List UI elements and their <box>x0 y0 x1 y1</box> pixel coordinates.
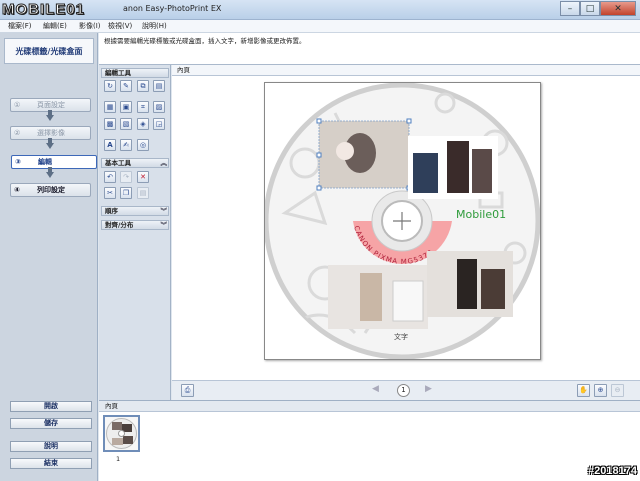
zoom-out-icon: ⊖ <box>611 384 624 397</box>
menu-bar: 檔案(F) 編輯(E) 影像(I) 檢視(V) 說明(H) <box>0 20 640 33</box>
thumbnail-area <box>99 412 640 481</box>
menu-edit[interactable]: 編輯(E) <box>40 20 70 32</box>
watermark: #2018174 <box>588 465 637 477</box>
logo-text: MOBILE01 <box>1 1 86 19</box>
page-thumbnail[interactable] <box>103 415 140 452</box>
draw-icon[interactable]: ✎ <box>120 80 132 92</box>
menu-help[interactable]: 說明(H) <box>139 20 170 32</box>
title-bar: MOBILE01 anon Easy-PhotoPrint EX – □ ✕ <box>0 0 640 20</box>
image-icon[interactable]: ▨ <box>153 101 165 113</box>
step-number: ③ <box>15 158 21 166</box>
page-number[interactable]: 1 <box>397 384 410 397</box>
edit-tools-label: 編輯工具 <box>105 69 131 77</box>
chevron-up-icon: ︽ <box>160 159 168 167</box>
arrange-icon[interactable]: ◈ <box>137 118 149 130</box>
menu-image[interactable]: 影像(I) <box>76 20 104 32</box>
basic-tools-label: 基本工具 <box>105 159 131 167</box>
copy-layer-icon[interactable]: ⧉ <box>137 80 149 92</box>
down-arrow-icon <box>46 167 54 178</box>
window-title: anon Easy-PhotoPrint EX <box>123 4 222 13</box>
step-number: ④ <box>14 186 20 194</box>
step-label: 列印設定 <box>37 186 65 194</box>
open-button[interactable]: 開啟 <box>10 401 92 412</box>
label-page[interactable]: CANON PIXMA MG5370 Mobile01 文字 <box>263 82 541 360</box>
rotate-icon[interactable]: ↻ <box>104 80 116 92</box>
down-arrow-icon <box>46 138 54 149</box>
next-page-icon[interactable]: ▶ <box>425 384 435 396</box>
paste-icon: ▤ <box>137 187 149 199</box>
step-number: ① <box>14 101 21 109</box>
order-label: 順序 <box>105 207 118 215</box>
effect-icon[interactable]: ▧ <box>120 118 132 130</box>
menu-file[interactable]: 檔案(F) <box>5 20 35 32</box>
pan-hand-icon[interactable]: ✋ <box>577 384 590 397</box>
text-format-icon[interactable]: ✍ <box>120 139 132 151</box>
resize-icon[interactable]: ◲ <box>153 118 165 130</box>
edit-tools-header[interactable]: 編輯工具 <box>101 68 169 78</box>
zoom-in-icon[interactable]: ⊕ <box>594 384 607 397</box>
mode-title: 光碟標籤/光碟盒面 <box>4 38 94 64</box>
step-print-settings[interactable]: ④ 列印設定 <box>10 183 91 197</box>
cut-icon[interactable]: ✂ <box>104 187 116 199</box>
save-button[interactable]: 儲存 <box>10 418 92 429</box>
redo-icon: ↷ <box>120 171 132 183</box>
chevron-down-icon: ︾ <box>160 207 168 215</box>
basic-tools-header[interactable]: 基本工具 ︽ <box>101 158 169 168</box>
align-header[interactable]: 對齊/分布 ︾ <box>101 220 169 230</box>
canvas-label: 內頁 <box>172 65 640 76</box>
exit-button[interactable]: 結束 <box>10 458 92 469</box>
maximize-button[interactable]: □ <box>580 1 600 16</box>
down-arrow-icon <box>46 110 54 121</box>
disc-icon[interactable]: ◎ <box>137 139 149 151</box>
previous-page-icon[interactable]: ◀ <box>372 384 382 396</box>
caption-text[interactable]: 文字 <box>394 332 408 341</box>
instruction-text: 根據需要編輯光碟標籤或光碟盒面，插入文字，新增影像或更改佈置。 <box>99 33 640 65</box>
background-icon[interactable]: ▩ <box>104 118 116 130</box>
chevron-down-icon: ︾ <box>160 221 168 229</box>
disc-preview: CANON PIXMA MG5370 Mobile01 文字 <box>263 82 541 360</box>
undo-icon[interactable]: ↶ <box>104 171 116 183</box>
paste-layer-icon[interactable]: ▤ <box>153 80 165 92</box>
mobile01-logo: MOBILE01 <box>1 1 86 19</box>
frame-icon[interactable]: ▣ <box>120 101 132 113</box>
order-header[interactable]: 順序 ︾ <box>101 206 169 216</box>
close-button[interactable]: ✕ <box>600 1 636 16</box>
thumbnail-header: 內頁 <box>99 400 640 412</box>
copy-icon[interactable]: ❐ <box>120 187 132 199</box>
thumbnail-number: 1 <box>116 455 121 463</box>
step-number: ② <box>14 129 21 137</box>
minimize-button[interactable]: – <box>560 1 580 16</box>
crop-icon[interactable]: ⌗ <box>137 101 149 113</box>
align-label: 對齊/分布 <box>105 221 134 229</box>
menu-view[interactable]: 檢視(V) <box>105 20 135 32</box>
step-edit[interactable]: ③ 編輯 <box>11 155 97 169</box>
tool-panel: 編輯工具 <box>99 65 171 400</box>
print-preview-icon[interactable]: ⎙ <box>181 384 194 397</box>
layout-icon[interactable]: ▦ <box>104 101 116 113</box>
delete-icon[interactable]: ✕ <box>137 171 149 183</box>
help-button[interactable]: 說明 <box>10 441 92 452</box>
thumbnail-disc <box>106 418 137 449</box>
add-text-icon[interactable]: A <box>104 139 116 151</box>
disc-text[interactable]: Mobile01 <box>456 208 506 221</box>
